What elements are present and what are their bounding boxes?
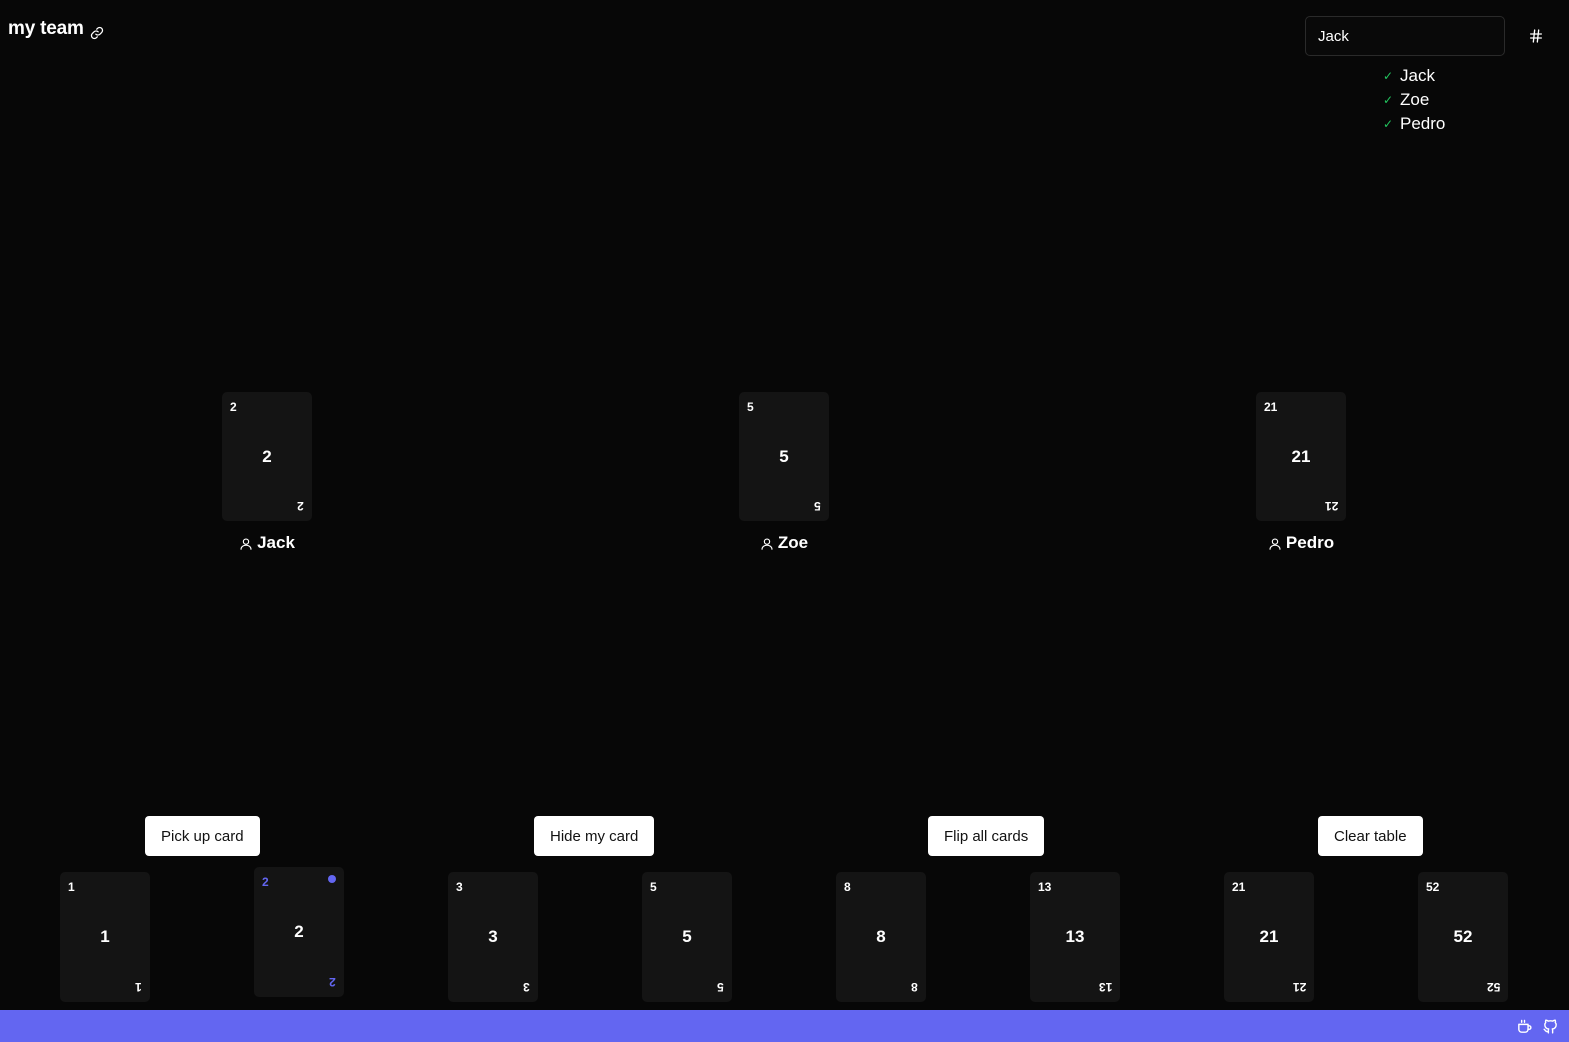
flip-all-cards-button[interactable]: Flip all cards xyxy=(928,816,1045,856)
card-corner-top: 2 xyxy=(230,400,237,414)
player-list-name: Zoe xyxy=(1400,90,1430,109)
played-card: 5 5 5 xyxy=(739,392,829,521)
hash-icon[interactable] xyxy=(1522,22,1550,50)
table-player-name: Zoe xyxy=(760,533,808,553)
card-corner-top: 8 xyxy=(844,880,851,894)
player-list-item: ✓ Zoe xyxy=(1383,88,1445,112)
card-value: 21 xyxy=(1291,446,1311,466)
hand-card[interactable]: 8 8 8 xyxy=(836,872,926,1002)
card-corner-bottom: 5 xyxy=(717,980,724,994)
table-slot-pedro: 21 21 21 Pedro xyxy=(1221,392,1381,553)
card-corner-bottom: 5 xyxy=(814,499,821,513)
card-corner-bottom: 2 xyxy=(329,975,336,989)
card-value: 3 xyxy=(488,927,498,946)
card-corner-top: 52 xyxy=(1426,880,1440,894)
player-name-label: Zoe xyxy=(777,533,809,552)
table-slot-zoe: 5 5 5 Zoe xyxy=(704,392,864,553)
hand-card[interactable]: 3 3 3 xyxy=(448,872,538,1002)
card-corner-bottom: 8 xyxy=(911,980,918,994)
team-name: my team xyxy=(8,18,84,39)
pick-up-card-button[interactable]: Pick up card xyxy=(145,816,260,856)
card-value: 8 xyxy=(876,927,886,946)
card-corner-top: 3 xyxy=(456,880,463,894)
card-corner-bottom: 13 xyxy=(1098,980,1112,994)
player-list-name: Pedro xyxy=(1400,114,1446,133)
card-corner-bottom: 3 xyxy=(523,980,530,994)
card-corner-top: 21 xyxy=(1232,880,1246,894)
card-value: 21 xyxy=(1259,927,1279,946)
table-player-name: Pedro xyxy=(1268,533,1334,553)
player-name-input[interactable] xyxy=(1305,16,1505,56)
card-corner-bottom: 1 xyxy=(135,980,142,994)
card-corner-top: 5 xyxy=(650,880,657,894)
check-icon: ✓ xyxy=(1383,93,1394,107)
played-card: 21 21 21 xyxy=(1256,392,1346,521)
card-corner-top: 21 xyxy=(1264,400,1278,414)
hand-card[interactable]: 5 5 5 xyxy=(642,872,732,1002)
card-corner-top: 2 xyxy=(262,875,269,889)
player-name-label: Jack xyxy=(257,533,295,552)
check-icon: ✓ xyxy=(1383,117,1394,131)
card-corner-bottom: 2 xyxy=(297,499,304,513)
check-icon: ✓ xyxy=(1383,69,1394,83)
played-card: 2 2 2 xyxy=(222,392,312,521)
hand-card-selected[interactable]: 2 2 2 xyxy=(254,867,344,997)
card-corner-top: 5 xyxy=(747,400,754,414)
selected-dot-icon xyxy=(328,875,336,883)
card-corner-bottom: 52 xyxy=(1486,980,1500,994)
hand-card[interactable]: 13 13 13 xyxy=(1030,872,1120,1002)
user-icon xyxy=(1268,536,1282,550)
card-corner-top: 13 xyxy=(1038,880,1052,894)
footer-bar xyxy=(0,1010,1569,1042)
card-value: 2 xyxy=(294,922,304,941)
card-corner-bottom: 21 xyxy=(1292,980,1306,994)
player-list-item: ✓ Pedro xyxy=(1383,112,1445,136)
card-value: 52 xyxy=(1453,927,1473,946)
link-icon[interactable] xyxy=(90,24,104,40)
hand-card[interactable]: 1 1 1 xyxy=(60,872,150,1002)
player-list-name: Jack xyxy=(1400,66,1435,85)
card-value: 5 xyxy=(682,927,692,946)
card-value: 2 xyxy=(262,446,272,466)
player-list: ✓ Jack ✓ Zoe ✓ Pedro xyxy=(1383,64,1445,136)
table-slot-jack: 2 2 2 Jack xyxy=(187,392,347,553)
card-value: 13 xyxy=(1065,927,1085,946)
player-name-label: Pedro xyxy=(1285,533,1335,552)
github-icon[interactable] xyxy=(1541,1017,1559,1035)
team-title[interactable]: my team xyxy=(8,18,104,40)
card-value: 1 xyxy=(100,927,110,946)
clear-table-button[interactable]: Clear table xyxy=(1318,816,1423,856)
card-corner-top: 1 xyxy=(68,880,75,894)
hand-card[interactable]: 52 52 52 xyxy=(1418,872,1508,1002)
user-icon xyxy=(239,536,253,550)
hand-card[interactable]: 21 21 21 xyxy=(1224,872,1314,1002)
card-corner-bottom: 21 xyxy=(1324,499,1338,513)
player-list-item: ✓ Jack xyxy=(1383,64,1445,88)
hide-my-card-button[interactable]: Hide my card xyxy=(534,816,655,856)
coffee-icon[interactable] xyxy=(1515,1017,1533,1035)
user-icon xyxy=(760,536,774,550)
table-player-name: Jack xyxy=(239,533,295,553)
card-value: 5 xyxy=(779,446,789,466)
